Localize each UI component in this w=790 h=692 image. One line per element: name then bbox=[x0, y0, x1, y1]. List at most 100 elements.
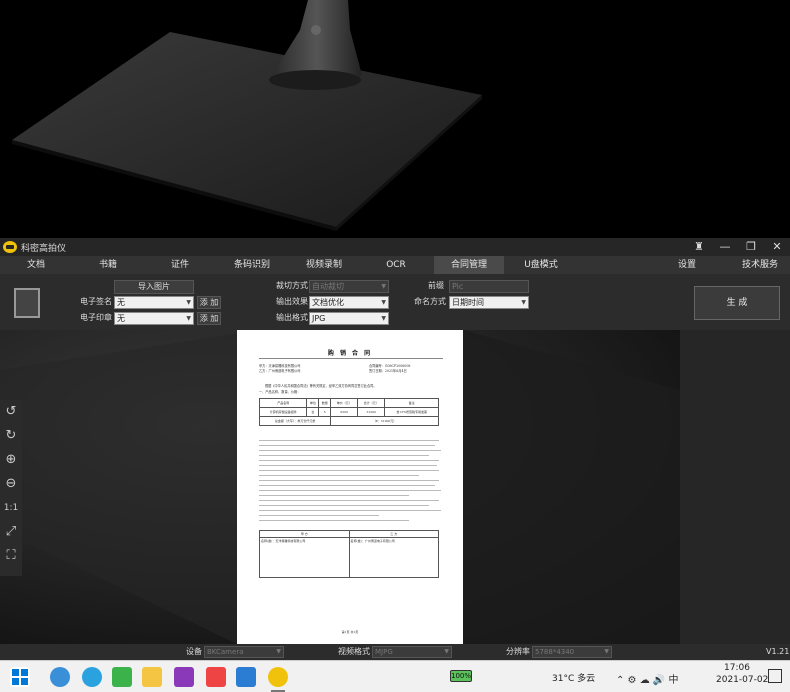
table-total: 总金额（大写）：叁万壹仟元整 bbox=[258, 416, 332, 426]
eseal-select[interactable]: 无 ▼ bbox=[114, 312, 194, 325]
tab-video-record[interactable]: 视频录制 bbox=[298, 256, 350, 274]
output-format-select[interactable]: JPG ▼ bbox=[309, 312, 389, 325]
kemi-camera-app-icon[interactable] bbox=[268, 667, 288, 687]
tab-tech-service[interactable]: 技术服务 bbox=[736, 256, 784, 274]
zoom-out-icon[interactable]: ⊖ bbox=[0, 472, 22, 496]
text-line bbox=[259, 480, 439, 481]
restore-icon[interactable]: ❐ bbox=[744, 240, 758, 254]
contract-document: 购 销 合 同 甲方：天津易雕科技有限公司 乙方：广州博道电子有限公司 合同编号… bbox=[237, 330, 463, 644]
table-total-row: 总金额（大写）：叁万壹仟元整 （¥：31000元） bbox=[258, 416, 439, 426]
clock-date[interactable]: 2021-07-02 bbox=[716, 675, 768, 685]
prefix-input[interactable]: Pic bbox=[449, 280, 529, 293]
close-icon[interactable]: ✕ bbox=[770, 240, 784, 254]
signature-header-row: 甲 方 乙 方 bbox=[259, 530, 439, 538]
title-bar: 科密高拍仪 ♜ — ❐ ✕ bbox=[0, 238, 790, 256]
text-line bbox=[259, 450, 441, 451]
generate-button[interactable]: 生 成 bbox=[694, 286, 780, 320]
minimize-icon[interactable]: — bbox=[718, 240, 732, 254]
clock-time[interactable]: 17:06 bbox=[724, 663, 750, 673]
windows-start-icon[interactable] bbox=[10, 667, 30, 687]
eseal-value: 无 bbox=[117, 314, 125, 323]
zoom-in-icon[interactable]: ⊕ bbox=[0, 448, 22, 472]
title-rule bbox=[259, 358, 443, 359]
table-header: 合计（元） bbox=[357, 398, 386, 408]
fit-screen-icon[interactable]: ⤢ bbox=[0, 520, 22, 544]
chevron-down-icon: ▼ bbox=[604, 648, 609, 655]
naming-label: 命名方式 bbox=[414, 297, 446, 306]
menu-bar: 文档 书籍 证件 条码识别 视频录制 OCR 合同管理 U盘模式 设置 技术服务 bbox=[0, 256, 790, 274]
table-header: 备注 bbox=[384, 398, 439, 408]
output-effect-value: 文档优化 bbox=[312, 298, 344, 307]
weather-text[interactable]: 31°C 多云 bbox=[552, 671, 595, 684]
text-line bbox=[259, 460, 439, 461]
naming-value: 日期时间 bbox=[452, 298, 484, 307]
skin-icon[interactable]: ♜ bbox=[692, 240, 706, 254]
table-header: 产品名称 bbox=[258, 398, 308, 408]
video-format-select[interactable]: MJPG ▼ bbox=[372, 646, 452, 658]
party-a-sign: 名称(章)：天津易雕科技有限公司 bbox=[259, 537, 350, 578]
winrar-icon[interactable] bbox=[174, 667, 194, 687]
tab-settings[interactable]: 设置 bbox=[670, 256, 704, 274]
device-select[interactable]: BKCamera ▼ bbox=[204, 646, 284, 658]
esign-value: 无 bbox=[117, 298, 125, 307]
windows-taskbar: 100% 31°C 多云 ⌃ ⚙ ☁ 🔊 中 17:06 2021-07-02 bbox=[0, 660, 790, 692]
esign-label: 电子签名 bbox=[80, 297, 112, 306]
tab-barcode[interactable]: 条码识别 bbox=[226, 256, 278, 274]
sign-header-b: 乙 方 bbox=[348, 530, 439, 538]
text-line bbox=[259, 520, 409, 521]
table-cell: 计算机存储设备组件 bbox=[258, 407, 308, 417]
chevron-down-icon: ▼ bbox=[381, 315, 386, 322]
video-format-label: 视频格式 bbox=[338, 647, 370, 656]
app-logo-icon bbox=[3, 241, 17, 253]
file-explorer-icon[interactable] bbox=[142, 667, 162, 687]
esign-add-button[interactable]: 添 加 bbox=[197, 296, 221, 309]
fullscreen-icon[interactable]: ⛶ bbox=[0, 544, 22, 568]
rotate-right-icon[interactable]: ↻ bbox=[0, 424, 22, 448]
intro-text: 根据《中华人民共和国合同法》等有关规定，经甲乙双方协商同意签订此合同。 bbox=[265, 384, 377, 388]
page-footer: 第1页 共1页 bbox=[341, 630, 359, 634]
esign-select[interactable]: 无 ▼ bbox=[114, 296, 194, 309]
output-effect-select[interactable]: 文档优化 ▼ bbox=[309, 296, 389, 309]
notification-icon[interactable] bbox=[768, 669, 782, 683]
status-bar: 设备 BKCamera ▼ 视频格式 MJPG ▼ 分辨率 5788*4340 … bbox=[0, 644, 790, 660]
resolution-value: 5788*4340 bbox=[535, 648, 575, 656]
text-line bbox=[259, 455, 429, 456]
app-title: 科密高拍仪 bbox=[21, 243, 67, 254]
import-image-icon[interactable] bbox=[14, 288, 40, 318]
party-a: 甲方：天津易雕科技有限公司 bbox=[259, 364, 301, 368]
naming-select[interactable]: 日期时间 ▼ bbox=[449, 296, 529, 309]
system-tray-icons[interactable]: ⌃ ⚙ ☁ 🔊 中 bbox=[616, 671, 679, 686]
eseal-add-button[interactable]: 添 加 bbox=[197, 312, 221, 325]
tab-usb-mode[interactable]: U盘模式 bbox=[512, 256, 570, 274]
table-cell: 含13%增值税专用发票 bbox=[384, 407, 439, 417]
actual-size-icon[interactable]: 1:1 bbox=[0, 496, 22, 520]
tab-contract[interactable]: 合同管理 bbox=[434, 256, 504, 274]
wechat-icon[interactable] bbox=[112, 667, 132, 687]
text-line bbox=[259, 470, 439, 471]
battery-indicator[interactable]: 100% bbox=[450, 670, 472, 682]
item-1-heading: 一、产品名称、数量、价格： bbox=[259, 390, 301, 394]
product-photo bbox=[0, 0, 790, 238]
party-b-sign: 名称(章)：广州博道电子有限公司 bbox=[348, 537, 439, 578]
view-toolbar: ↺ ↻ ⊕ ⊖ 1:1 ⤢ ⛶ bbox=[0, 400, 22, 576]
ie-browser-icon[interactable] bbox=[50, 667, 70, 687]
photos-icon[interactable] bbox=[236, 667, 256, 687]
table-row: 计算机存储设备组件 台 5 6200 31000 含13%增值税专用发票 bbox=[258, 407, 439, 417]
rotate-left-icon[interactable]: ↺ bbox=[0, 400, 22, 424]
import-image-button[interactable]: 导入图片 bbox=[114, 280, 194, 294]
edge-browser-icon[interactable] bbox=[82, 667, 102, 687]
tab-book[interactable]: 书籍 bbox=[86, 256, 130, 274]
tab-document[interactable]: 文档 bbox=[14, 256, 58, 274]
text-line bbox=[259, 495, 409, 496]
crop-select[interactable]: 自动裁切 ▼ bbox=[309, 280, 389, 293]
text-line bbox=[259, 490, 441, 491]
resolution-select[interactable]: 5788*4340 ▼ bbox=[532, 646, 612, 658]
tab-ocr[interactable]: OCR bbox=[376, 256, 416, 274]
device-value: BKCamera bbox=[207, 648, 244, 656]
chevron-down-icon: ▼ bbox=[276, 648, 281, 655]
party-b: 乙方：广州博道电子有限公司 bbox=[259, 369, 301, 373]
contract-control-panel: 导入图片 电子签名 无 ▼ 添 加 电子印章 无 ▼ 添 加 裁切方式 自动裁切… bbox=[0, 274, 790, 330]
text-line bbox=[259, 510, 441, 511]
ppt-icon[interactable] bbox=[206, 667, 226, 687]
tab-id-card[interactable]: 证件 bbox=[158, 256, 202, 274]
